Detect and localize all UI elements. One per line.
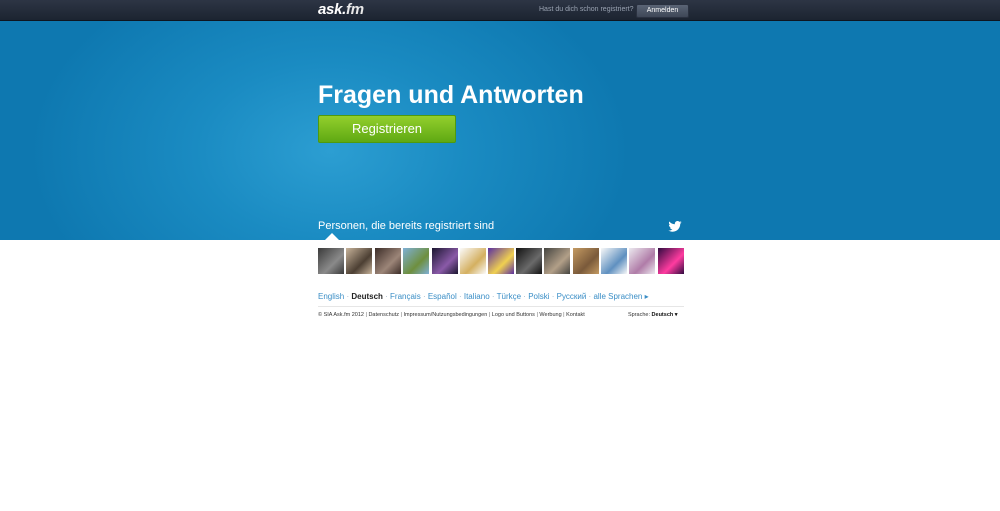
language-link[interactable]: Español: [428, 292, 457, 301]
language-link[interactable]: Italiano: [464, 292, 490, 301]
language-separator: ·: [489, 292, 497, 301]
language-separator: ·: [549, 292, 557, 301]
language-link[interactable]: English: [318, 292, 344, 301]
language-selector[interactable]: Sprache: Deutsch ▾: [628, 312, 678, 318]
avatar[interactable]: [432, 248, 458, 274]
language-link[interactable]: Polski: [528, 292, 549, 301]
logo-suffix: fm: [346, 1, 364, 18]
caret-up-icon: [325, 233, 339, 240]
top-bar: ask.fm Hast du dich schon registriert? A…: [0, 0, 1000, 21]
avatar[interactable]: [544, 248, 570, 274]
language-link[interactable]: Русский: [557, 292, 587, 301]
language-separator: ·: [456, 292, 464, 301]
avatar[interactable]: [658, 248, 684, 274]
registered-people-label: Personen, die bereits registriert sind: [318, 220, 495, 232]
footer-link[interactable]: Kontakt: [566, 312, 585, 318]
avatar[interactable]: [375, 248, 401, 274]
copyright-text: © SIA Ask.fm 2012: [318, 312, 364, 318]
footer-link[interactable]: Impressum/Nutzungsbedingungen: [404, 312, 488, 318]
language-link[interactable]: Français: [390, 292, 421, 301]
avatar[interactable]: [601, 248, 627, 274]
footer-link[interactable]: Datenschutz: [368, 312, 399, 318]
logo-main: ask.: [318, 1, 346, 18]
avatar[interactable]: [318, 248, 344, 274]
avatar[interactable]: [346, 248, 372, 274]
hero-section: Fragen und Antworten Registrieren Person…: [0, 21, 1000, 240]
language-selector-prefix: Sprache:: [628, 312, 651, 318]
avatar[interactable]: [403, 248, 429, 274]
language-link[interactable]: Türkçe: [497, 292, 521, 301]
avatar-strip: [318, 248, 684, 274]
footer-link[interactable]: Logo und Buttons: [492, 312, 535, 318]
login-button[interactable]: Anmelden: [636, 4, 689, 18]
avatar[interactable]: [460, 248, 486, 274]
already-registered-text: Hast du dich schon registriert?: [539, 6, 634, 13]
language-separator: ·: [420, 292, 428, 301]
ask-fm-logo[interactable]: ask.fm: [318, 1, 364, 19]
avatar[interactable]: [516, 248, 542, 274]
language-separator: ·: [382, 292, 391, 301]
footer-links: © SIA Ask.fm 2012 | Datenschutz | Impres…: [318, 312, 585, 318]
register-button[interactable]: Registrieren: [318, 115, 456, 143]
all-languages-link[interactable]: alle Sprachen ▸: [593, 292, 648, 301]
avatar[interactable]: [573, 248, 599, 274]
hero-title: Fragen und Antworten: [318, 81, 584, 109]
twitter-icon[interactable]: [668, 221, 682, 232]
language-links: English · Deutsch · Français · Español ·…: [318, 292, 649, 301]
divider: [318, 306, 684, 307]
footer-link[interactable]: Werbung: [539, 312, 561, 318]
avatar[interactable]: [488, 248, 514, 274]
avatar[interactable]: [629, 248, 655, 274]
language-link: Deutsch: [351, 292, 383, 301]
language-selector-value[interactable]: Deutsch ▾: [652, 312, 678, 318]
